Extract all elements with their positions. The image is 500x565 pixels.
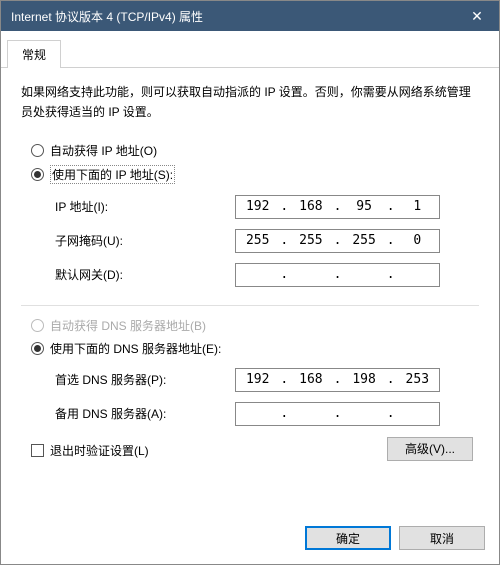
description-text: 如果网络支持此功能，则可以获取自动指派的 IP 设置。否则，你需要从网络系统管理… — [21, 82, 479, 123]
ip-fields: IP 地址(I): 192. 168. 95. 1 子网掩码(U): 255. … — [21, 187, 479, 295]
subnet-mask-label: 子网掩码(U): — [55, 232, 235, 249]
ok-button[interactable]: 确定 — [305, 526, 391, 550]
radio-ip-manual[interactable]: 使用下面的 IP 地址(S): — [21, 162, 479, 187]
radio-dns-auto-label: 自动获得 DNS 服务器地址(B) — [50, 317, 206, 334]
dns-preferred-label: 首选 DNS 服务器(P): — [55, 371, 235, 388]
radio-dns-manual[interactable]: 使用下面的 DNS 服务器地址(E): — [21, 337, 479, 360]
close-icon: ✕ — [471, 8, 483, 25]
radio-dns-manual-label: 使用下面的 DNS 服务器地址(E): — [50, 340, 221, 357]
dns-fields: 首选 DNS 服务器(P): 192. 168. 198. 253 备用 DNS… — [21, 360, 479, 434]
ip-address-label: IP 地址(I): — [55, 198, 235, 215]
gateway-input[interactable]: . . . — [235, 263, 440, 287]
dns-alternate-label: 备用 DNS 服务器(A): — [55, 405, 235, 422]
advanced-button[interactable]: 高级(V)... — [387, 437, 473, 461]
window-title: Internet 协议版本 4 (TCP/IPv4) 属性 — [11, 8, 455, 25]
tab-content: 如果网络支持此功能，则可以获取自动指派的 IP 设置。否则，你需要从网络系统管理… — [1, 68, 499, 516]
radio-ip-auto-label: 自动获得 IP 地址(O) — [50, 142, 157, 159]
ip-address-input[interactable]: 192. 168. 95. 1 — [235, 195, 440, 219]
radio-icon — [31, 168, 44, 181]
radio-icon — [31, 342, 44, 355]
radio-icon — [31, 319, 44, 332]
tab-strip: 常规 — [1, 31, 499, 68]
gateway-label: 默认网关(D): — [55, 266, 235, 283]
close-button[interactable]: ✕ — [455, 1, 499, 31]
tab-general[interactable]: 常规 — [7, 40, 61, 68]
divider — [21, 305, 479, 306]
dialog-window: Internet 协议版本 4 (TCP/IPv4) 属性 ✕ 常规 如果网络支… — [0, 0, 500, 565]
radio-ip-manual-label: 使用下面的 IP 地址(S): — [50, 165, 175, 184]
radio-icon — [31, 144, 44, 157]
radio-dns-auto: 自动获得 DNS 服务器地址(B) — [21, 314, 479, 337]
cancel-button[interactable]: 取消 — [399, 526, 485, 550]
dns-preferred-input[interactable]: 192. 168. 198. 253 — [235, 368, 440, 392]
radio-ip-auto[interactable]: 自动获得 IP 地址(O) — [21, 139, 479, 162]
titlebar: Internet 协议版本 4 (TCP/IPv4) 属性 ✕ — [1, 1, 499, 31]
dialog-footer: 确定 取消 — [1, 516, 499, 564]
dns-alternate-input[interactable]: . . . — [235, 402, 440, 426]
subnet-mask-input[interactable]: 255. 255. 255. 0 — [235, 229, 440, 253]
